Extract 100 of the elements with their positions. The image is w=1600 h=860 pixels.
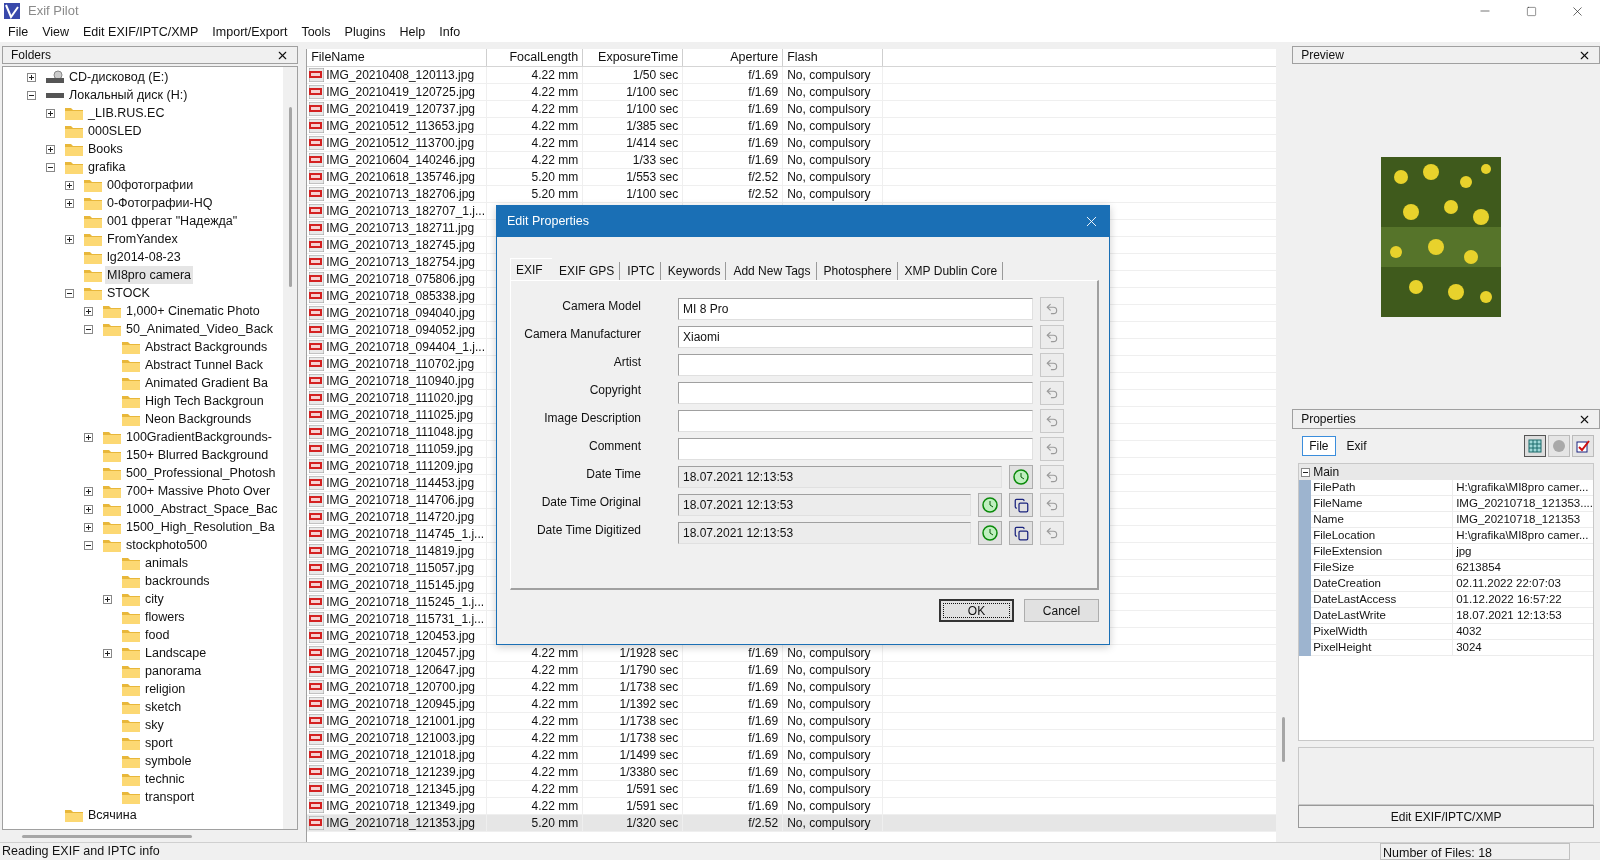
copy-button[interactable]	[1009, 521, 1033, 545]
folder-label[interactable]: 1,000+ Cinematic Photo	[124, 301, 262, 321]
folder-label[interactable]: High Tech Backgroun	[143, 391, 266, 411]
folder-label[interactable]: Всячина	[86, 805, 139, 825]
folder-label[interactable]: symbole	[143, 751, 194, 771]
folder-label[interactable]: city	[143, 589, 166, 609]
expand-icon[interactable]	[84, 504, 93, 514]
file-row[interactable]: IMG_20210718_120647.jpg 4.22 mm 1/1790 sec f/1.69 No, compulsory	[307, 662, 1277, 679]
expand-icon[interactable]	[46, 108, 55, 118]
folder-label[interactable]: _LIB.RUS.EC	[86, 103, 167, 123]
folder-label[interactable]: animals	[143, 553, 191, 573]
text-field[interactable]: 18.07.2021 12:13:53	[678, 494, 971, 516]
expand-icon[interactable]	[103, 594, 112, 604]
collapse-icon[interactable]	[27, 90, 36, 100]
folder-label[interactable]: lg2014-08-23	[105, 247, 183, 267]
folder-label[interactable]: sport	[143, 733, 175, 753]
file-row[interactable]: IMG_20210718_121345.jpg 4.22 mm 1/591 sec f/1.69 No, compulsory	[307, 781, 1277, 798]
menu-item[interactable]: Info	[432, 22, 468, 42]
clock-button[interactable]	[978, 493, 1002, 517]
menu-item[interactable]: Edit EXIF/IPTC/XMP	[76, 22, 206, 42]
tab[interactable]: File	[1302, 436, 1336, 456]
file-row[interactable]: IMG_20210718_121001.jpg 4.22 mm 1/1738 sec f/1.69 No, compulsory	[307, 713, 1277, 730]
folder-label[interactable]: 50_Animated_Video_Back	[124, 319, 276, 339]
grid-view-button[interactable]	[1524, 435, 1546, 457]
text-field[interactable]: Xiaomi	[678, 326, 1033, 348]
text-field[interactable]	[678, 354, 1033, 376]
folder-label[interactable]: STOCK	[105, 283, 152, 303]
expand-icon[interactable]	[84, 522, 93, 532]
menu-item[interactable]: Plugins	[337, 22, 393, 42]
column-header[interactable]: Flash	[783, 49, 884, 66]
folder-label[interactable]: backrounds	[143, 571, 212, 591]
collapse-icon[interactable]	[84, 324, 93, 334]
scrollbar-thumb[interactable]	[22, 834, 192, 838]
file-row[interactable]: IMG_20210512_113653.jpg 4.22 mm 1/385 sec f/1.69 No, compulsory	[307, 118, 1277, 135]
expand-icon[interactable]	[84, 432, 93, 442]
folder-label[interactable]: 001 фрегат "Надежда"	[105, 211, 240, 231]
scrollbar-thumb[interactable]	[288, 107, 292, 287]
file-row[interactable]: IMG_20210718_120945.jpg 4.22 mm 1/1392 sec f/1.69 No, compulsory	[307, 696, 1277, 713]
scrollbar-thumb[interactable]	[1281, 717, 1285, 762]
folder-label[interactable]: transport	[143, 787, 197, 807]
text-field[interactable]: 18.07.2021 12:13:53	[678, 522, 971, 544]
menu-item[interactable]: Import/Export	[205, 22, 295, 42]
file-row[interactable]: IMG_20210408_120113.jpg 4.22 mm 1/50 sec f/1.69 No, compulsory	[307, 67, 1277, 84]
folder-label[interactable]: 500_Professional_Photosh	[124, 463, 278, 483]
expand-icon[interactable]	[103, 648, 112, 658]
copy-button[interactable]	[1009, 493, 1033, 517]
folder-label[interactable]: sky	[143, 715, 166, 735]
clock-button[interactable]	[1009, 465, 1033, 489]
expand-icon[interactable]	[84, 486, 93, 496]
text-field[interactable]: MI 8 Pro	[678, 298, 1033, 320]
folder-label[interactable]: 700+ Massive Photo Over	[124, 481, 273, 501]
folder-label[interactable]: MI8pro camera	[105, 265, 194, 285]
text-field[interactable]	[678, 410, 1033, 432]
folder-label[interactable]: stockphoto500	[124, 535, 210, 555]
file-row[interactable]: IMG_20210618_135746.jpg 5.20 mm 1/553 sec f/2.52 No, compulsory	[307, 169, 1277, 186]
folder-label[interactable]: Локальный диск (H:)	[67, 85, 190, 105]
folder-label[interactable]: Animated Gradient Ba	[143, 373, 270, 393]
folder-label[interactable]: Books	[86, 139, 125, 159]
menu-item[interactable]: Help	[392, 22, 433, 42]
ok-button[interactable]: OK	[939, 599, 1014, 622]
folder-label[interactable]: grafika	[86, 157, 128, 177]
expand-icon[interactable]	[65, 198, 74, 208]
file-row[interactable]: IMG_20210718_120700.jpg 4.22 mm 1/1738 sec f/1.69 No, compulsory	[307, 679, 1277, 696]
file-row[interactable]: IMG_20210713_182706.jpg 5.20 mm 1/100 sec f/2.52 No, compulsory	[307, 186, 1277, 203]
folder-label[interactable]: 1000_Abstract_Space_Bac	[124, 499, 280, 519]
folder-label[interactable]: sketch	[143, 697, 184, 717]
text-field[interactable]	[678, 438, 1033, 460]
folder-label[interactable]: 150+ Blurred Background	[124, 445, 271, 465]
collapse-icon[interactable]	[1301, 467, 1311, 477]
menu-item[interactable]: File	[1, 22, 36, 42]
folder-label[interactable]: 000SLED	[86, 121, 144, 141]
tab[interactable]: Exif	[1339, 436, 1374, 456]
folder-label[interactable]: Abstract Backgrounds	[143, 337, 270, 357]
collapse-icon[interactable]	[84, 540, 93, 550]
folder-label[interactable]: Abstract Tunnel Back	[143, 355, 266, 375]
file-row[interactable]: IMG_20210718_121003.jpg 4.22 mm 1/1738 sec f/1.69 No, compulsory	[307, 730, 1277, 747]
folder-label[interactable]: flowers	[143, 607, 187, 627]
folder-label[interactable]: food	[143, 625, 172, 645]
text-field[interactable]: 18.07.2021 12:13:53	[678, 466, 1002, 488]
folder-label[interactable]: religion	[143, 679, 188, 699]
folder-label[interactable]: 0-Фотографии-HQ	[105, 193, 215, 213]
expand-icon[interactable]	[46, 144, 55, 154]
folder-label[interactable]: Landscape	[143, 643, 209, 663]
menu-item[interactable]: Tools	[294, 22, 338, 42]
column-header[interactable]: ExposureTime	[583, 49, 684, 66]
column-header[interactable]: Aperture	[683, 49, 784, 66]
expand-icon[interactable]	[84, 306, 93, 316]
check-button[interactable]	[1572, 435, 1594, 457]
folder-label[interactable]: panorama	[143, 661, 204, 681]
file-row[interactable]: IMG_20210419_120725.jpg 4.22 mm 1/100 sec f/1.69 No, compulsory	[307, 84, 1277, 101]
text-field[interactable]	[678, 382, 1033, 404]
file-row[interactable]: IMG_20210718_121018.jpg 4.22 mm 1/1499 sec f/1.69 No, compulsory	[307, 747, 1277, 764]
column-header[interactable]: FocalLength	[487, 49, 584, 66]
collapse-icon[interactable]	[65, 288, 74, 298]
file-row[interactable]: IMG_20210718_121239.jpg 4.22 mm 1/3380 sec f/1.69 No, compulsory	[307, 764, 1277, 781]
folder-label[interactable]: Neon Backgrounds	[143, 409, 254, 429]
file-row[interactable]: IMG_20210718_121353.jpg 5.20 mm 1/320 sec f/2.52 No, compulsory	[307, 815, 1277, 832]
tab[interactable]: EXIF	[510, 258, 552, 280]
folder-label[interactable]: 1500_High_Resolution_Ba	[124, 517, 277, 537]
expand-icon[interactable]	[65, 234, 74, 244]
